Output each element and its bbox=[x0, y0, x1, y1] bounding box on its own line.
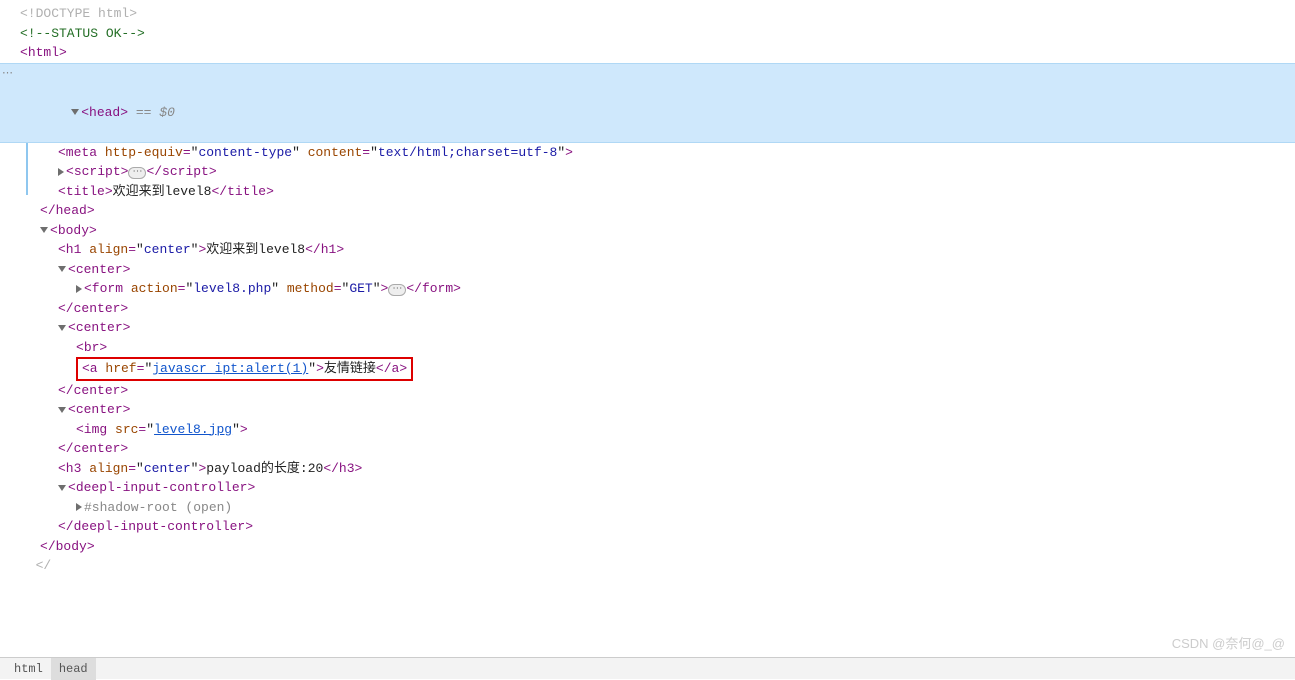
line-doctype[interactable]: <!DOCTYPE html> bbox=[0, 4, 1295, 24]
line-center1-close[interactable]: </center> bbox=[0, 299, 1295, 319]
ellipsis-icon[interactable]: ⋯ bbox=[128, 167, 146, 179]
ellipsis-icon[interactable]: ⋯ bbox=[388, 284, 406, 296]
line-comment[interactable]: <!--STATUS OK--> bbox=[0, 24, 1295, 44]
line-form[interactable]: <form action="level8.php" method="GET">⋯… bbox=[0, 279, 1295, 299]
dom-tree[interactable]: <!DOCTYPE html> <!--STATUS OK--> <html> … bbox=[0, 0, 1295, 576]
breadcrumb-html[interactable]: html bbox=[6, 658, 51, 680]
breadcrumb[interactable]: html head bbox=[0, 657, 1295, 679]
watermark: CSDN @奈何@_@ bbox=[1172, 634, 1285, 654]
line-center3-open[interactable]: <center> bbox=[0, 400, 1295, 420]
line-h3[interactable]: <h3 align="center">payload的长度:20</h3> bbox=[0, 459, 1295, 479]
line-body-close[interactable]: </body> bbox=[0, 537, 1295, 557]
line-a-highlighted[interactable]: <a href="javascr_ipt:alert(1)">友情链接</a> bbox=[0, 357, 1295, 381]
expand-toggle-icon[interactable] bbox=[76, 285, 82, 293]
line-html-open[interactable]: <html> bbox=[0, 43, 1295, 63]
line-deepl-open[interactable]: <deepl-input-controller> bbox=[0, 478, 1295, 498]
expand-toggle-icon[interactable] bbox=[58, 325, 66, 331]
expand-toggle-icon[interactable] bbox=[71, 109, 79, 115]
line-body-open[interactable]: <body> bbox=[0, 221, 1295, 241]
line-deepl-close[interactable]: </deepl-input-controller> bbox=[0, 517, 1295, 537]
line-meta[interactable]: <meta http-equiv="content-type" content=… bbox=[0, 143, 1295, 163]
line-cut: </ bbox=[0, 556, 1295, 576]
line-script[interactable]: <script>⋯</script> bbox=[0, 162, 1295, 182]
expand-toggle-icon[interactable] bbox=[58, 485, 66, 491]
line-head-close[interactable]: </head> bbox=[0, 201, 1295, 221]
expand-toggle-icon[interactable] bbox=[40, 227, 48, 233]
expand-toggle-icon[interactable] bbox=[76, 503, 82, 511]
line-img[interactable]: <img src="level8.jpg"> bbox=[0, 420, 1295, 440]
line-center3-close[interactable]: </center> bbox=[0, 439, 1295, 459]
href-link[interactable]: javascr_ipt:alert(1) bbox=[152, 361, 308, 376]
line-shadowroot[interactable]: #shadow-root (open) bbox=[0, 498, 1295, 518]
line-center1-open[interactable]: <center> bbox=[0, 260, 1295, 280]
line-h1[interactable]: <h1 align="center">欢迎来到level8</h1> bbox=[0, 240, 1295, 260]
line-title[interactable]: <title>欢迎来到level8</title> bbox=[0, 182, 1295, 202]
expand-toggle-icon[interactable] bbox=[58, 407, 66, 413]
line-center2-open[interactable]: <center> bbox=[0, 318, 1295, 338]
breadcrumb-head[interactable]: head bbox=[51, 658, 96, 680]
expand-toggle-icon[interactable] bbox=[58, 168, 64, 176]
expand-toggle-icon[interactable] bbox=[58, 266, 66, 272]
line-br[interactable]: <br> bbox=[0, 338, 1295, 358]
more-icon[interactable]: ⋯ bbox=[2, 66, 13, 83]
src-link[interactable]: level8.jpg bbox=[154, 422, 232, 437]
line-head-open-selected[interactable]: ⋯ <head> == $0 bbox=[0, 63, 1295, 143]
line-center2-close[interactable]: </center> bbox=[0, 381, 1295, 401]
